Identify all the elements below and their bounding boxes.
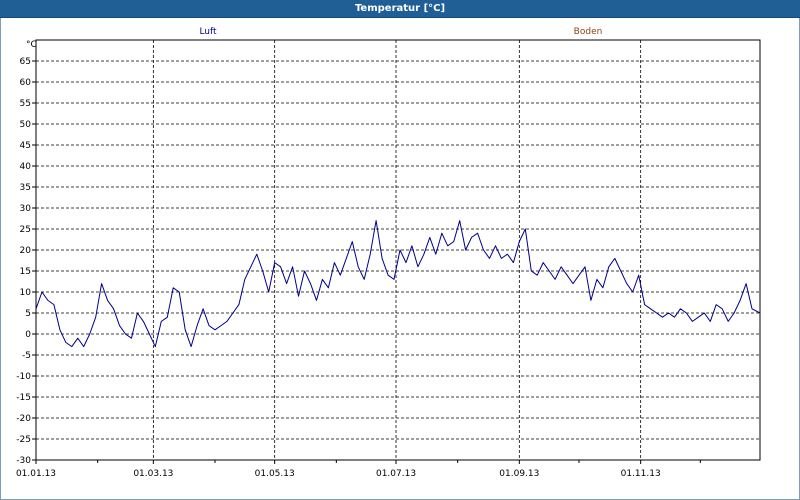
legend-boden: Boden: [574, 27, 603, 37]
temperature-chart: -30 -25 -20 -15 -10 -5 0 5 10 15 20 25 30 35 40 45 50 55 6…: [16, 27, 761, 479]
y-tick-label: 20: [20, 246, 32, 256]
grid-lines: [36, 40, 760, 461]
y-tick-label: 65: [20, 57, 31, 67]
y-tick-label: 25: [20, 225, 31, 235]
y-tick-label: 60: [20, 78, 32, 88]
y-tick-label: 10: [20, 288, 32, 298]
x-tick-label: 01.03.13: [133, 469, 173, 479]
x-tick-label: 01.01.13: [16, 469, 56, 479]
legend-luft: Luft: [199, 27, 217, 37]
y-axis-label: °C: [26, 40, 37, 50]
y-tick-label: -10: [16, 372, 31, 382]
y-tick-label: 50: [20, 120, 32, 130]
y-tick-label: 5: [25, 309, 31, 319]
y-tick-label: -25: [16, 435, 31, 445]
y-tick-label: 55: [20, 99, 31, 109]
x-tick-label: 01.07.13: [376, 469, 416, 479]
y-tick-label: 40: [20, 162, 32, 172]
series-line-luft: [35, 220, 761, 348]
series-group: [35, 220, 761, 348]
x-tick-label: 01.05.13: [255, 469, 295, 479]
y-tick-label: -30: [16, 456, 31, 466]
y-tick-label: 0: [25, 330, 31, 340]
y-axis-ticks: -30 -25 -20 -15 -10 -5 0 5 10 15 20 25 30 35 40 45 50 55 6…: [16, 57, 36, 466]
y-tick-label: 30: [20, 204, 32, 214]
y-tick-label: -15: [16, 393, 31, 403]
y-tick-label: 15: [20, 267, 31, 277]
y-tick-label: 45: [20, 141, 31, 151]
x-tick-label: 01.11.13: [621, 469, 661, 479]
y-tick-label: 35: [20, 183, 31, 193]
x-tick-label: 01.09.13: [499, 469, 539, 479]
y-tick-label: -5: [22, 351, 31, 361]
y-tick-label: -20: [16, 414, 31, 424]
x-axis-ticks: 01.01.13 01.03.13 01.05.13 01.07.13 01.09.13…: [16, 460, 701, 479]
